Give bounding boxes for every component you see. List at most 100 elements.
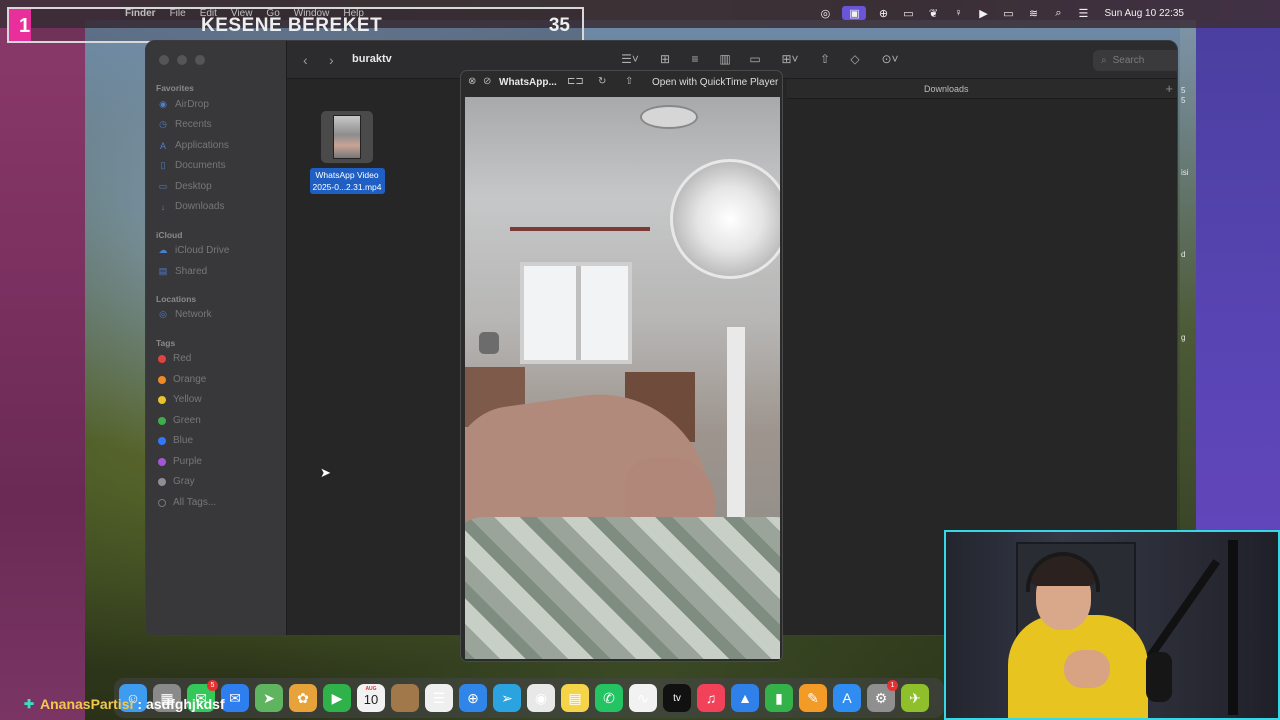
- close-window-button[interactable]: [159, 55, 169, 65]
- tag-dot-icon: [158, 477, 166, 486]
- freeform-icon[interactable]: ∿: [629, 684, 657, 712]
- stream-song-overlay: 1 KESENE BEREKET 35: [7, 7, 584, 43]
- obs-icon[interactable]: ◎: [817, 6, 833, 20]
- photos-icon[interactable]: ✿: [289, 684, 317, 712]
- chrome-icon[interactable]: ◉: [527, 684, 555, 712]
- tv-icon[interactable]: tv: [663, 684, 691, 712]
- share-icon[interactable]: ⇧: [625, 76, 633, 87]
- sidebar-item-airdrop[interactable]: ◉ AirDrop: [158, 99, 209, 110]
- sidebar-item-label: Network: [175, 309, 212, 320]
- sidebar-tag-blue[interactable]: Blue: [158, 435, 193, 446]
- accessibility-icon[interactable]: ♀: [950, 6, 966, 20]
- notes-icon[interactable]: ▤: [561, 684, 589, 712]
- sidebar-tag-purple[interactable]: Purple: [158, 456, 202, 467]
- sidebar-tag-all[interactable]: All Tags...: [158, 497, 216, 508]
- sidebar-item-documents[interactable]: ▯ Documents: [158, 160, 226, 171]
- safari-icon[interactable]: ⊕: [459, 684, 487, 712]
- globe-icon[interactable]: ⊕: [875, 6, 891, 20]
- extension-icon[interactable]: ❦: [925, 6, 941, 20]
- search-icon: ⌕: [1101, 55, 1107, 66]
- sidebar-item-shared[interactable]: ▤ Shared: [158, 266, 208, 277]
- group-menu-icon[interactable]: ⊞˅: [777, 52, 803, 66]
- music-icon[interactable]: ♫: [697, 684, 725, 712]
- fullscreen-icon[interactable]: ⊘: [483, 76, 491, 87]
- video-frame-lamp: [640, 105, 698, 129]
- wifi-icon[interactable]: ≋: [1025, 6, 1041, 20]
- control-center-icon[interactable]: ☰: [1075, 6, 1091, 20]
- sidebar-item-label: Blue: [173, 435, 194, 446]
- system-settings-icon[interactable]: ⚙ 1: [867, 680, 898, 712]
- sidebar-tag-gray[interactable]: Gray: [158, 476, 195, 487]
- new-tab-icon[interactable]: +: [1165, 81, 1173, 96]
- keynote-icon[interactable]: ▲: [731, 684, 759, 712]
- pages-icon[interactable]: ✎: [799, 684, 827, 712]
- telegram-icon[interactable]: ➢: [493, 684, 521, 712]
- sidebar-item-label: Red: [173, 353, 192, 364]
- rotate-icon[interactable]: ↻: [598, 76, 606, 87]
- sidebar-item-icloud-drive[interactable]: ☁ iCloud Drive: [158, 245, 230, 256]
- sidebar-item-downloads[interactable]: ↓ Downloads: [158, 201, 225, 212]
- maps-icon[interactable]: ➤: [255, 684, 283, 712]
- play-icon[interactable]: ▶: [975, 6, 991, 20]
- file-item-video[interactable]: WhatsApp Video 2025-0...2.31.mp4: [306, 111, 388, 195]
- tag-dot-icon: [158, 395, 166, 404]
- open-with-quicktime-button[interactable]: Open with QuickTime Player: [652, 77, 778, 88]
- keyboard-icon[interactable]: ▭: [900, 6, 916, 20]
- more-actions-icon[interactable]: ⊙˅: [877, 52, 903, 66]
- sidebar-tag-red[interactable]: Red: [158, 353, 191, 364]
- sidebar-tag-orange[interactable]: Orange: [158, 374, 206, 385]
- numbers-icon[interactable]: ▮: [765, 684, 793, 712]
- gallery-view-icon[interactable]: ▭: [747, 52, 763, 66]
- tag-dot-icon: [158, 436, 166, 445]
- zoom-window-button[interactable]: [195, 55, 205, 65]
- tag-dot-icon: [158, 498, 166, 507]
- search-field[interactable]: ⌕ Search: [1093, 50, 1177, 71]
- applications-icon: A: [159, 140, 166, 151]
- reminders-icon[interactable]: ☰: [425, 684, 453, 712]
- sort-menu-icon[interactable]: ☰˅: [617, 52, 643, 66]
- mail-icon[interactable]: ✉: [221, 684, 249, 712]
- calendar-icon[interactable]: AUG 10: [357, 684, 385, 712]
- sidebar-item-network[interactable]: ◎ Network: [158, 309, 212, 320]
- menu-clock[interactable]: Sun Aug 10 22:35: [1104, 8, 1184, 19]
- sidebar-header-tags: Tags: [156, 338, 176, 348]
- tag-icon[interactable]: ◇: [847, 52, 863, 66]
- column-view-icon[interactable]: ▥: [717, 52, 733, 66]
- webcam-hands: [1064, 650, 1110, 688]
- close-icon[interactable]: ⊗: [468, 76, 476, 87]
- minimize-window-button[interactable]: [177, 55, 187, 65]
- icon-view-icon[interactable]: ⊞: [657, 52, 673, 66]
- sidebar-item-desktop[interactable]: ▭ Desktop: [158, 181, 212, 192]
- whatsapp-icon[interactable]: ✆: [595, 684, 623, 712]
- sidebar-item-recents[interactable]: ◷ Recents: [158, 119, 212, 130]
- chat-username: AnanasPartisi: [40, 696, 134, 712]
- sidebar-item-label: Shared: [175, 266, 208, 277]
- notes-brown-icon[interactable]: [391, 684, 419, 712]
- sidebar-tag-yellow[interactable]: Yellow: [158, 394, 202, 405]
- share-icon[interactable]: ⇧: [817, 52, 833, 66]
- app-store-icon[interactable]: A: [833, 684, 861, 712]
- back-icon[interactable]: ‹: [303, 52, 308, 68]
- instruments-icon[interactable]: ✈: [901, 684, 929, 712]
- tab-downloads[interactable]: Downloads: [924, 84, 969, 94]
- forward-icon[interactable]: ›: [329, 52, 334, 68]
- trim-icon[interactable]: ⊏⊐: [567, 76, 584, 87]
- battery-icon[interactable]: ▭: [1000, 6, 1016, 20]
- document-icon: ▯: [160, 160, 166, 170]
- webcam-mic-stand: [1228, 540, 1238, 715]
- tag-dot-icon: [158, 457, 166, 466]
- sidebar-item-label: Downloads: [175, 201, 225, 212]
- quicklook-title: WhatsApp...: [499, 77, 557, 88]
- search-icon[interactable]: ⌕: [1050, 6, 1066, 20]
- facetime-icon[interactable]: ▶: [323, 684, 351, 712]
- overlay-index: 1: [19, 15, 31, 37]
- chat-badge-icon: ✚: [23, 697, 35, 711]
- list-view-icon[interactable]: ≡: [687, 52, 703, 66]
- video-preview[interactable]: [465, 97, 780, 659]
- shared-folder-icon: ▤: [158, 266, 168, 276]
- screen-mirror-icon[interactable]: ▣: [842, 6, 867, 20]
- sidebar-item-label: Purple: [173, 456, 202, 467]
- sidebar-tag-green[interactable]: Green: [158, 415, 201, 426]
- sidebar-item-applications[interactable]: A Applications: [158, 140, 229, 151]
- tag-dot-icon: [158, 416, 166, 425]
